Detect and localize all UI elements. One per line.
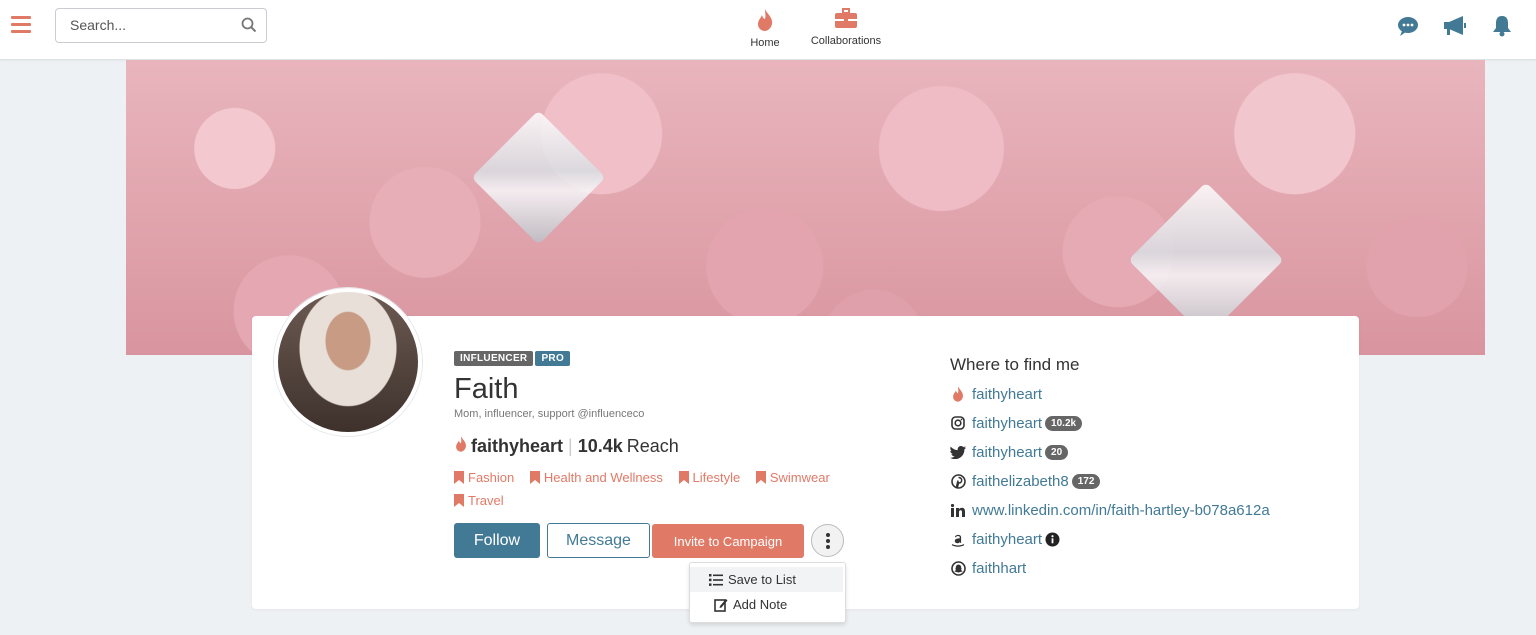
tag-label: Swimwear xyxy=(769,470,830,485)
social-link-pinterest: faithelizabeth8 172 xyxy=(950,470,1101,492)
bookmark-icon xyxy=(454,471,464,484)
social-link-text[interactable]: faithhart xyxy=(972,560,1026,577)
info-icon[interactable] xyxy=(1045,532,1060,547)
more-options-menu: Save to List Add Note xyxy=(689,562,846,623)
tag-travel[interactable]: Travel xyxy=(454,493,504,508)
more-options-button[interactable] xyxy=(811,524,844,557)
avatar[interactable] xyxy=(274,288,422,436)
amazon-icon xyxy=(950,532,966,547)
pinterest-icon xyxy=(950,473,966,489)
social-link-text[interactable]: faithyheart xyxy=(972,531,1042,548)
reach-value: 10.4k xyxy=(577,436,623,456)
tag-health-and-wellness[interactable]: Health and Wellness xyxy=(529,470,663,485)
flame-icon xyxy=(755,9,775,35)
tag-label: Lifestyle xyxy=(692,470,741,485)
chat-icon[interactable] xyxy=(1397,15,1419,42)
megaphone-icon[interactable] xyxy=(1443,15,1467,42)
menu-item-label: Add Note xyxy=(733,597,788,612)
social-link-text[interactable]: faithelizabeth8 xyxy=(972,473,1069,490)
message-button[interactable]: Message xyxy=(547,523,650,558)
follower-count-badge: 20 xyxy=(1045,444,1069,460)
social-link-instagram: faithyheart 10.2k xyxy=(950,412,1083,434)
nav-collaborations[interactable]: Collaborations xyxy=(807,8,885,47)
search-icon[interactable] xyxy=(241,17,257,38)
top-navigation-bar: Home Collaborations xyxy=(0,0,1536,60)
nav-home[interactable]: Home xyxy=(749,8,781,49)
bookmark-icon xyxy=(678,471,689,484)
social-link-linkedin: www.linkedin.com/in/faith-hartley-b078a6… xyxy=(950,499,1270,521)
social-link-snapchat: faithhart xyxy=(950,557,1026,579)
tag-lifestyle[interactable]: Lifestyle xyxy=(678,470,741,485)
social-link-amazon: faithyheart xyxy=(950,528,1060,550)
nav-collaborations-label: Collaborations xyxy=(810,35,882,47)
flame-icon xyxy=(454,435,468,458)
pro-badge: PRO xyxy=(535,351,571,366)
influencer-badge: INFLUENCER xyxy=(454,351,534,366)
edit-note-icon xyxy=(714,598,728,612)
tag-label: Travel xyxy=(468,493,504,508)
reach-summary: faithyheart | 10.4k Reach xyxy=(454,435,679,458)
profile-handle: faithyheart xyxy=(471,436,564,456)
social-link-text[interactable]: faithyheart xyxy=(972,386,1042,403)
follow-button[interactable]: Follow xyxy=(454,523,540,558)
social-link-twitter: faithyheart 20 xyxy=(950,441,1069,463)
bookmark-icon xyxy=(454,494,464,507)
social-link-influenceco: faithyheart xyxy=(950,383,1042,405)
tag-label: Health and Wellness xyxy=(543,470,663,485)
tag-swimwear[interactable]: Swimwear xyxy=(755,470,830,485)
list-icon xyxy=(709,573,723,586)
crystal-decoration xyxy=(1128,182,1284,338)
search-input[interactable] xyxy=(70,17,230,33)
vertical-ellipsis-icon xyxy=(825,532,830,549)
follower-count-badge: 172 xyxy=(1071,473,1101,489)
social-link-text[interactable]: faithyheart xyxy=(972,444,1042,461)
invite-to-campaign-button[interactable]: Invite to Campaign xyxy=(652,524,804,558)
social-link-text[interactable]: www.linkedin.com/in/faith-hartley-b078a6… xyxy=(972,502,1270,519)
menu-item-add-note[interactable]: Add Note xyxy=(690,592,843,617)
tag-fashion[interactable]: Fashion xyxy=(454,470,514,485)
menu-item-save-to-list[interactable]: Save to List xyxy=(690,567,843,592)
briefcase-icon xyxy=(834,8,858,33)
linkedin-icon xyxy=(950,503,966,517)
profile-name: Faith xyxy=(454,373,519,405)
flame-icon xyxy=(950,385,966,403)
crystal-decoration xyxy=(471,110,606,245)
search-box xyxy=(55,8,267,43)
snapchat-icon xyxy=(950,560,966,576)
menu-item-label: Save to List xyxy=(728,572,796,587)
profile-bio: Mom, influencer, support @influenceco xyxy=(454,408,645,420)
nav-home-label: Home xyxy=(750,37,780,49)
tag-label: Fashion xyxy=(468,470,515,485)
bell-icon[interactable] xyxy=(1492,15,1512,42)
bookmark-icon xyxy=(755,471,766,484)
social-link-text[interactable]: faithyheart xyxy=(972,415,1042,432)
follower-count-badge: 10.2k xyxy=(1045,415,1083,431)
twitter-icon xyxy=(950,445,966,459)
bookmark-icon xyxy=(529,471,540,484)
where-to-find-me-heading: Where to find me xyxy=(950,355,1080,374)
menu-icon[interactable] xyxy=(11,16,31,36)
divider: | xyxy=(568,436,573,456)
reach-label: Reach xyxy=(626,436,679,456)
profile-badges: INFLUENCER PRO xyxy=(454,348,572,366)
category-tags: Fashion Health and Wellness Lifestyle Sw… xyxy=(454,470,874,516)
instagram-icon xyxy=(950,416,966,430)
